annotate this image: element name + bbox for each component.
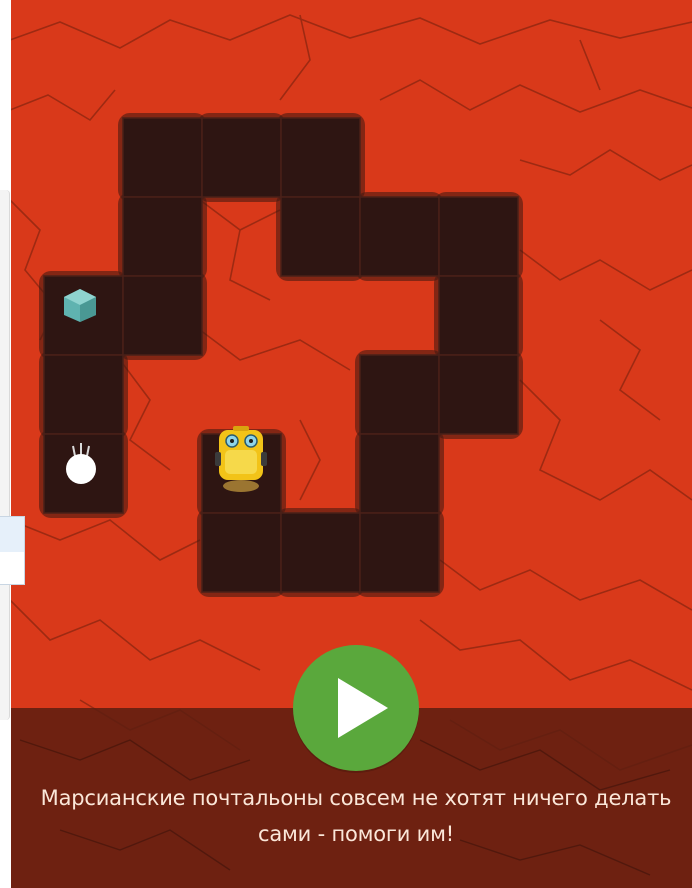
path-tile <box>280 117 361 198</box>
path-tile <box>359 512 440 593</box>
side-panel-tab[interactable] <box>0 516 25 554</box>
path-tile <box>122 275 203 356</box>
play-icon <box>338 678 388 738</box>
caption-line-1: Марсианские почтальоны совсем не хотят н… <box>40 786 672 810</box>
caption-line-2: сами - помоги им! <box>258 822 454 846</box>
path-tile <box>280 512 361 593</box>
path-tile <box>122 196 203 277</box>
path-tile <box>438 196 519 277</box>
game-stage: Марсианские почтальоны совсем не хотят н… <box>0 0 692 888</box>
level-caption: Марсианские почтальоны совсем не хотят н… <box>20 780 692 852</box>
path-tile <box>201 512 282 593</box>
path-tile <box>438 275 519 356</box>
path-tile <box>201 117 282 198</box>
side-panel-edge <box>0 190 10 720</box>
path-tile <box>122 117 203 198</box>
path-tile <box>359 196 440 277</box>
path-tile <box>359 354 440 435</box>
path-tile <box>359 433 440 514</box>
path-tile <box>43 354 124 435</box>
path-tile <box>438 354 519 435</box>
side-panel-tab-lower[interactable] <box>0 552 25 585</box>
play-button[interactable] <box>293 645 419 771</box>
path-tile <box>280 196 361 277</box>
